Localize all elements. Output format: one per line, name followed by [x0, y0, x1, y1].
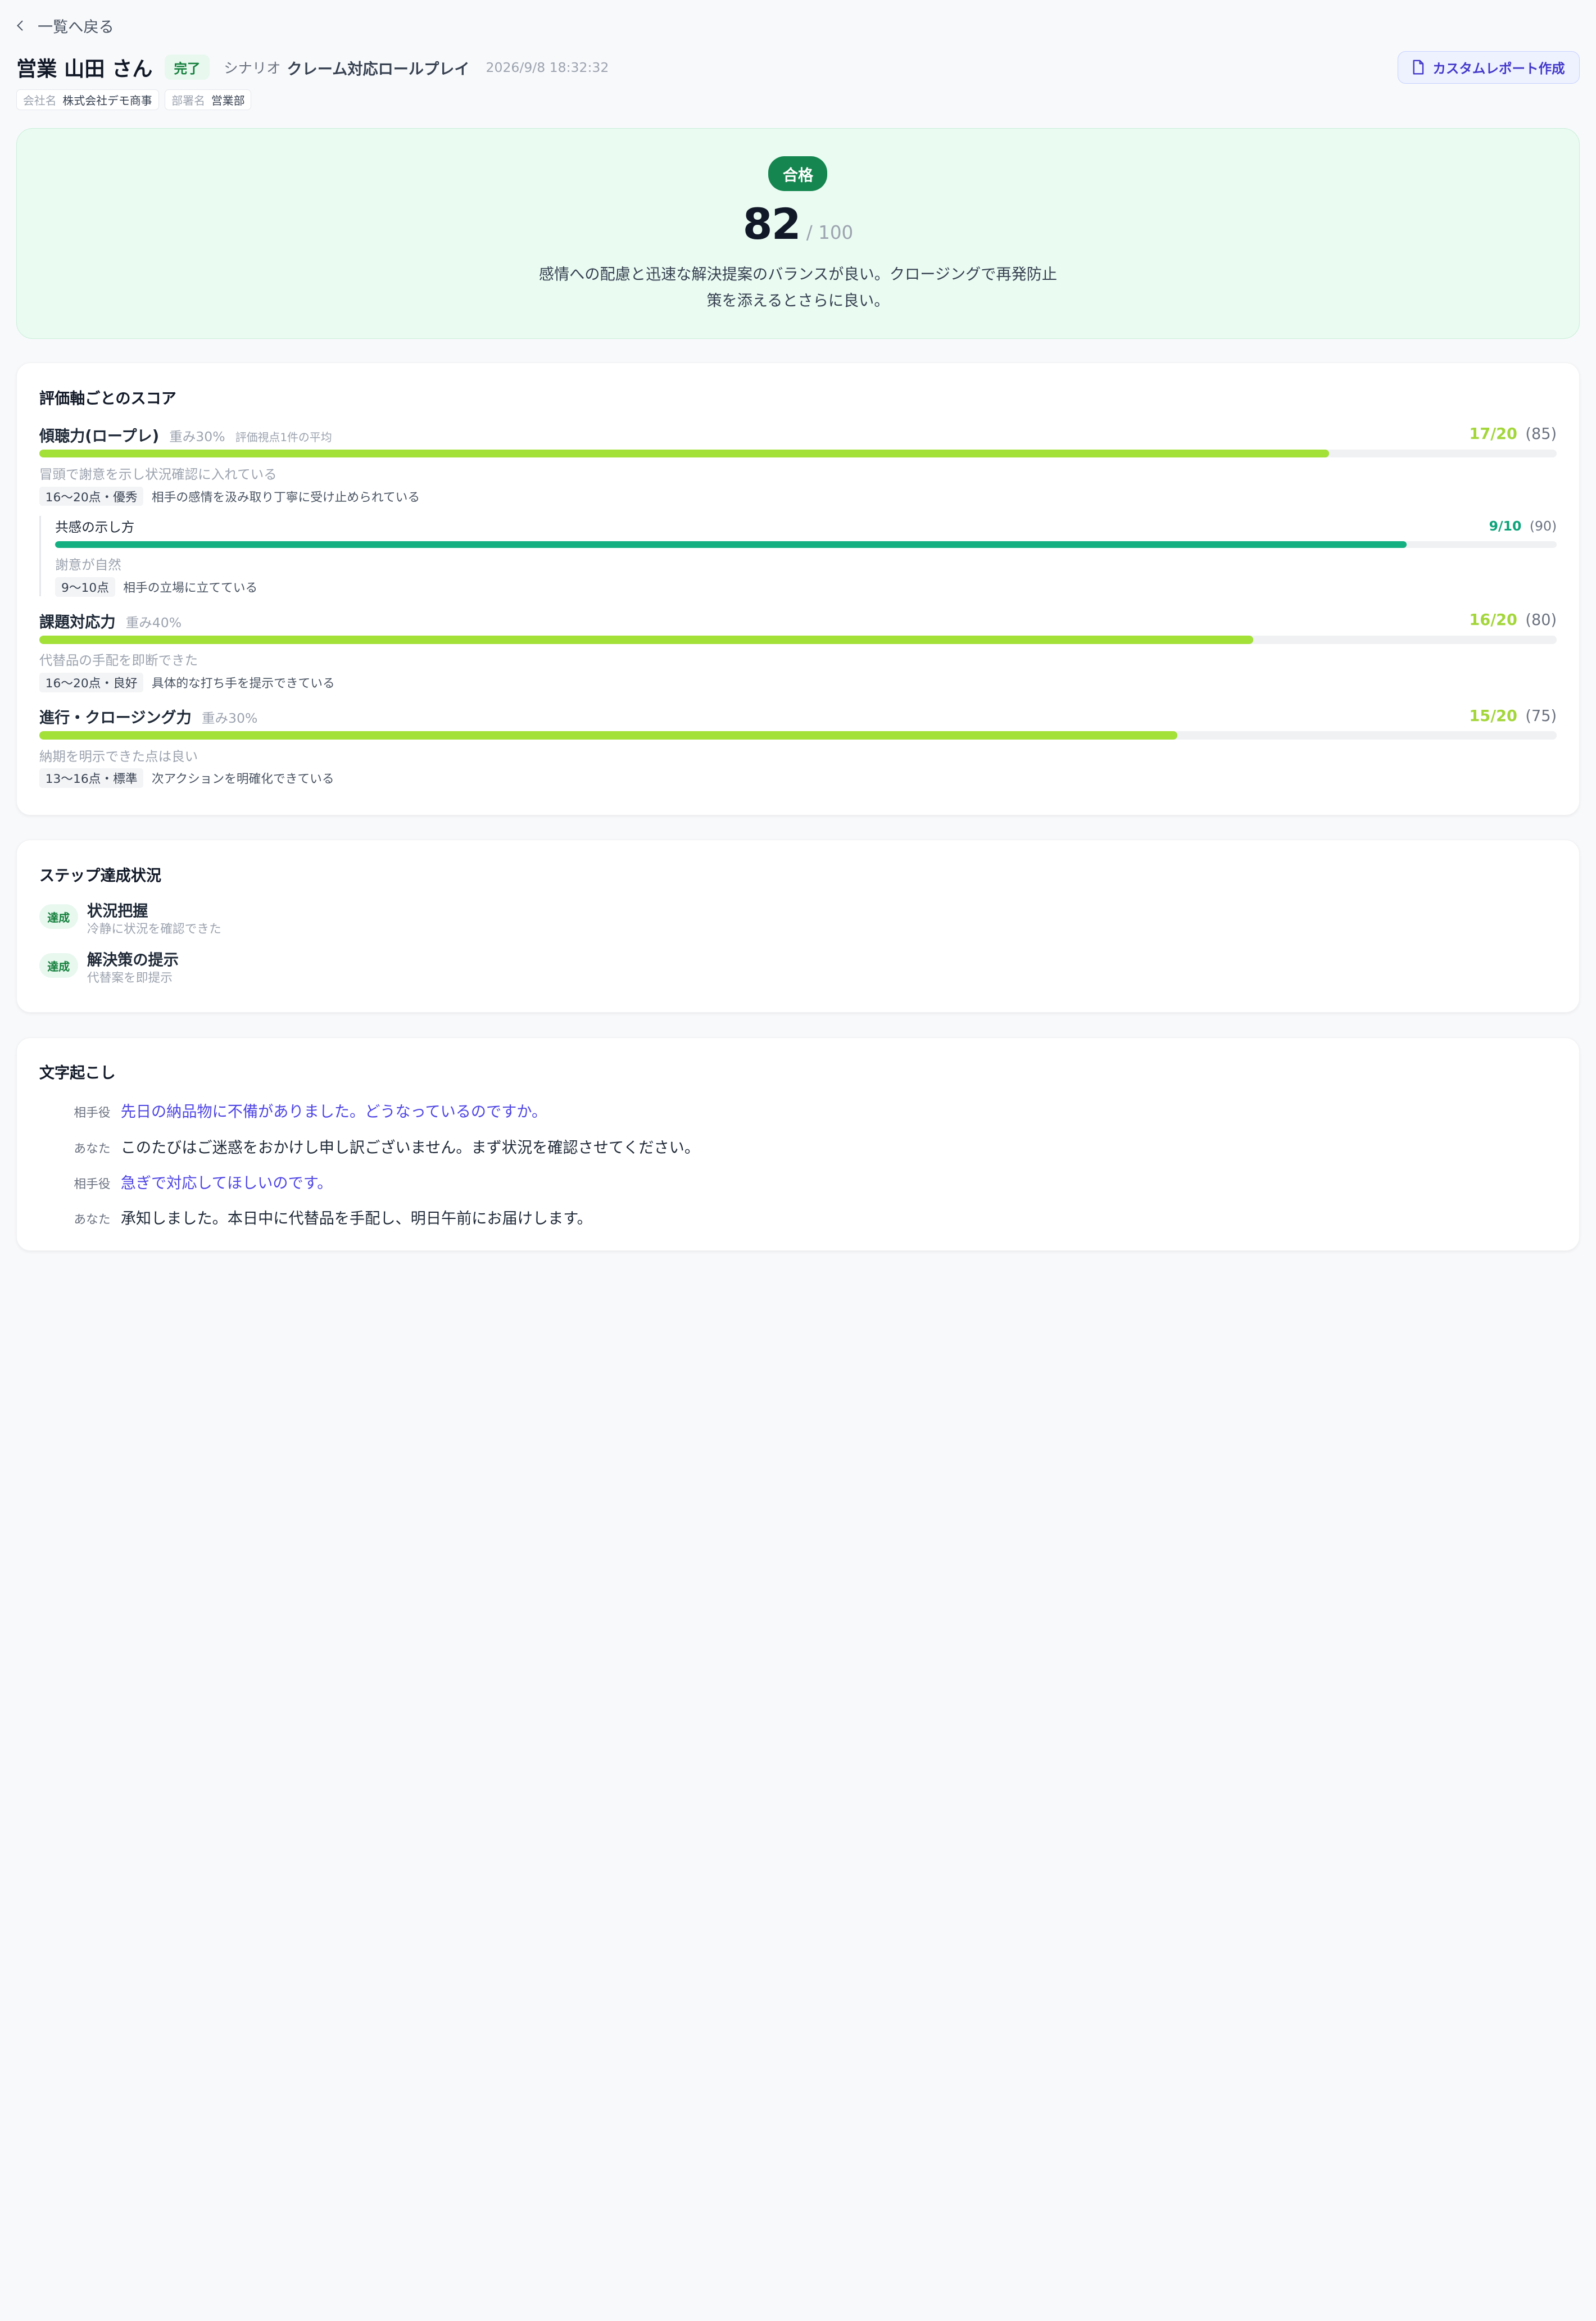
axis-progress-bar — [39, 731, 1557, 740]
score-band-description: 相手の立場に立てている — [123, 581, 258, 595]
axis-weight: 重み30% — [169, 428, 225, 445]
verdict-badge: 合格 — [768, 156, 828, 191]
axis-score: 17/20 — [1469, 425, 1517, 443]
score-band: 16〜20点・優秀 — [39, 486, 144, 506]
transcript-title: 文字起こし — [39, 1064, 116, 1082]
chip-value: 営業部 — [211, 94, 245, 107]
score-band-description: 具体的な打ち手を提示できている — [151, 676, 335, 691]
utterance-text: 急ぎで対応してほしいのです。 — [120, 1175, 333, 1193]
sub-axis-progress-fill — [55, 541, 1407, 548]
header: 営業 山田 さん 完了 シナリオ クレーム対応ロールプレイ 2026/9/8 1… — [16, 51, 1580, 84]
transcript-line: あなた このたびはご迷惑をおかけし申し訳ございません。まず状況を確認させてくださ… — [39, 1135, 1557, 1157]
axis-progress-bar — [39, 636, 1557, 644]
status-badge: 完了 — [165, 55, 210, 80]
transcript-line: あなた 承知しました。本日中に代替品を手配し、明日午前にお届けします。 — [39, 1205, 1557, 1227]
score-max: / 100 — [806, 222, 854, 244]
speaker-label: 相手役 — [74, 1106, 111, 1121]
achieved-badge: 達成 — [39, 953, 78, 978]
axis-score: 15/20 — [1469, 707, 1517, 725]
axis-comment: 冒頭で謝意を示し状況確認に入れている — [39, 466, 277, 483]
utterance-text: このたびはご迷惑をおかけし申し訳ございません。まず状況を確認させてください。 — [120, 1139, 700, 1157]
speaker-label: 相手役 — [74, 1177, 111, 1192]
total-score: 82 / 100 — [743, 199, 854, 249]
axis-weight: 重み40% — [125, 614, 182, 631]
result-summary: 感情への配慮と迅速な解決提案のバランスが良い。クロージングで再発防止策を添えると… — [538, 266, 1058, 310]
axis-comment: 納期を明示できた点は良い — [39, 748, 198, 764]
axis-progress-fill — [39, 449, 1330, 458]
axis-percent: (85) — [1525, 425, 1557, 443]
axis-progress-fill — [39, 636, 1254, 644]
back-label: 一覧へ戻る — [37, 19, 114, 37]
axis-scores-title: 評価軸ごとのスコア — [39, 389, 176, 407]
chip-value: 株式会社デモ商事 — [62, 94, 152, 107]
utterance-text: 先日の納品物に不備がありました。どうなっているのですか。 — [120, 1103, 547, 1121]
sub-axis-score: 9/10 — [1489, 518, 1522, 534]
sub-axis-progress-bar — [55, 541, 1557, 548]
trainee-name: 営業 山田 さん — [16, 56, 153, 81]
axis-percent: (75) — [1525, 707, 1557, 725]
step-item: 達成 状況把握 冷静に状況を確認できた — [39, 901, 1557, 938]
axis-item: 傾聴力(ロープレ) 重み30% 評価視点1件の平均 17/20 (85) 冒頭で… — [39, 424, 1557, 597]
step-item: 達成 解決策の提示 代替案を即提示 — [39, 950, 1557, 987]
utterance-text: 承知しました。本日中に代替品を手配し、明日午前にお届けします。 — [120, 1210, 592, 1228]
sub-axis-item: 共感の示し方 9/10 (90) 謝意が自然 9〜10点 相手の立場に立てている — [39, 515, 1557, 597]
step-name: 状況把握 — [87, 902, 148, 920]
speaker-label: あなた — [74, 1141, 111, 1156]
axis-weight: 重み30% — [201, 710, 258, 727]
company-chip: 会社名 株式会社デモ商事 — [16, 89, 159, 110]
step-description: 冷静に状況を確認できた — [87, 922, 221, 937]
speaker-label: あなた — [74, 1213, 111, 1227]
session-datetime: 2026/9/8 18:32:32 — [486, 59, 609, 75]
axis-item: 進行・クロージング力 重み30% 15/20 (75) 納期を明示できた点は良い… — [39, 706, 1557, 788]
transcript-card: 文字起こし 相手役 先日の納品物に不備がありました。どうなっているのですか。 あ… — [16, 1037, 1580, 1251]
sub-axis-percent: (90) — [1529, 518, 1557, 534]
scenario-name: クレーム対応ロールプレイ — [287, 60, 470, 78]
axis-name: 進行・クロージング力 — [39, 709, 192, 727]
step-progress-title: ステップ達成状況 — [39, 867, 162, 885]
score-band: 13〜16点・標準 — [39, 768, 144, 788]
axis-score: 16/20 — [1469, 611, 1517, 629]
axis-percent: (80) — [1525, 611, 1557, 629]
axis-name: 課題対応力 — [39, 613, 116, 631]
score-value: 82 — [742, 199, 801, 250]
document-icon — [1413, 60, 1424, 75]
axis-name: 傾聴力(ロープレ) — [39, 427, 160, 445]
department-chip: 部署名 営業部 — [165, 89, 252, 110]
sub-axis-comment: 謝意が自然 — [55, 557, 121, 573]
axis-comment: 代替品の手配を即断できた — [39, 652, 198, 669]
chip-key: 部署名 — [171, 94, 205, 107]
score-band: 9〜10点 — [55, 577, 115, 597]
axis-progress-fill — [39, 731, 1178, 740]
custom-report-label: カスタムレポート作成 — [1432, 60, 1565, 76]
step-progress-card: ステップ達成状況 達成 状況把握 冷静に状況を確認できた 達成 解決策の提示 代… — [16, 840, 1580, 1013]
transcript-line: 相手役 急ぎで対応してほしいのです。 — [39, 1170, 1557, 1193]
custom-report-button[interactable]: カスタムレポート作成 — [1397, 51, 1580, 84]
axis-item: 課題対応力 重み40% 16/20 (80) 代替品の手配を即断できた 16〜2… — [39, 610, 1557, 692]
transcript-line: 相手役 先日の納品物に不備がありました。どうなっているのですか。 — [39, 1099, 1557, 1121]
scenario-label: シナリオ — [224, 59, 281, 76]
meta-chips: 会社名 株式会社デモ商事 部署名 営業部 — [16, 89, 1580, 110]
achieved-badge: 達成 — [39, 904, 78, 929]
score-band-description: 相手の感情を汲み取り丁寧に受け止められている — [151, 490, 420, 505]
step-name: 解決策の提示 — [87, 951, 179, 969]
back-link[interactable]: 一覧へ戻る — [16, 0, 1580, 51]
sub-axis-name: 共感の示し方 — [55, 519, 135, 535]
axis-progress-bar — [39, 449, 1557, 458]
result-page: 一覧へ戻る 営業 山田 さん 完了 シナリオ クレーム対応ロールプレイ 2026… — [0, 0, 1596, 1251]
step-description: 代替案を即提示 — [87, 971, 173, 986]
score-band: 16〜20点・良好 — [39, 673, 144, 692]
axis-scores-card: 評価軸ごとのスコア 傾聴力(ロープレ) 重み30% 評価視点1件の平均 17/2… — [16, 362, 1580, 815]
chevron-left-icon — [16, 20, 27, 31]
score-band-description: 次アクションを明確化できている — [151, 772, 334, 787]
overall-result-panel: 合格 82 / 100 感情への配慮と迅速な解決提案のバランスが良い。クロージン… — [16, 128, 1580, 339]
chip-key: 会社名 — [22, 94, 57, 107]
axis-note: 評価視点1件の平均 — [235, 430, 332, 444]
